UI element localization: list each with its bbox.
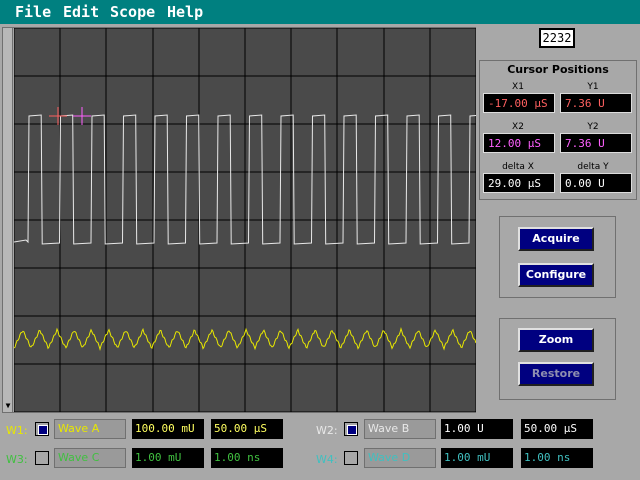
down-arrow-icon[interactable]: ▼ <box>3 401 13 411</box>
vertical-scrollbar[interactable] <box>3 28 13 412</box>
acquisition-counter: 2232 <box>539 28 575 48</box>
w2-name[interactable]: Wave B <box>364 419 436 439</box>
delta-y-value: 0.00 U <box>560 173 632 193</box>
w4-name[interactable]: Wave D <box>364 448 436 468</box>
menu-help[interactable]: Help <box>167 3 203 21</box>
x2-value: 12.00 µS <box>483 133 555 153</box>
x1-value: -17.00 µS <box>483 93 555 113</box>
display-grid <box>14 28 476 412</box>
cursor-1-marker[interactable] <box>49 107 67 125</box>
x2-label: X2 <box>512 122 524 132</box>
delta-x-value: 29.00 µS <box>483 173 555 193</box>
w2-label: W2: <box>316 424 338 437</box>
w3-label: W3: <box>6 453 28 466</box>
w4-volts[interactable]: 1.00 mU <box>441 448 513 468</box>
menu-file[interactable]: File <box>15 3 51 21</box>
restore-button[interactable]: Restore <box>518 362 594 386</box>
w2-time[interactable]: 50.00 µS <box>521 419 593 439</box>
w3-volts[interactable]: 1.00 mU <box>132 448 204 468</box>
y1-value: 7.36 U <box>560 93 632 113</box>
w3-checkbox[interactable] <box>35 451 49 465</box>
w4-time[interactable]: 1.00 ns <box>521 448 593 468</box>
menu-bar: File Edit Scope Help <box>0 0 640 24</box>
w3-name[interactable]: Wave C <box>54 448 126 468</box>
y2-value: 7.36 U <box>560 133 632 153</box>
w1-volts[interactable]: 100.00 mU <box>132 419 204 439</box>
cursor-2-marker[interactable] <box>73 107 91 125</box>
acquire-button[interactable]: Acquire <box>518 227 594 251</box>
menu-edit[interactable]: Edit <box>63 3 99 21</box>
configure-button[interactable]: Configure <box>518 263 594 287</box>
w1-label: W1: <box>6 424 28 437</box>
cursor-positions-title: Cursor Positions <box>507 63 609 76</box>
w4-checkbox[interactable] <box>344 451 358 465</box>
w1-name[interactable]: Wave A <box>54 419 126 439</box>
y1-label: Y1 <box>587 82 599 92</box>
w4-label: W4: <box>316 453 338 466</box>
w1-checkbox[interactable] <box>35 422 49 436</box>
delta-y-label: delta Y <box>577 162 609 172</box>
oscilloscope-display[interactable] <box>14 28 476 412</box>
w2-checkbox[interactable] <box>344 422 358 436</box>
menu-scope[interactable]: Scope <box>110 3 155 21</box>
delta-x-label: delta X <box>502 162 534 172</box>
w1-time[interactable]: 50.00 µS <box>211 419 283 439</box>
y2-label: Y2 <box>587 122 599 132</box>
w2-volts[interactable]: 1.00 U <box>441 419 513 439</box>
x1-label: X1 <box>512 82 524 92</box>
zoom-button[interactable]: Zoom <box>518 328 594 352</box>
w3-time[interactable]: 1.00 ns <box>211 448 283 468</box>
